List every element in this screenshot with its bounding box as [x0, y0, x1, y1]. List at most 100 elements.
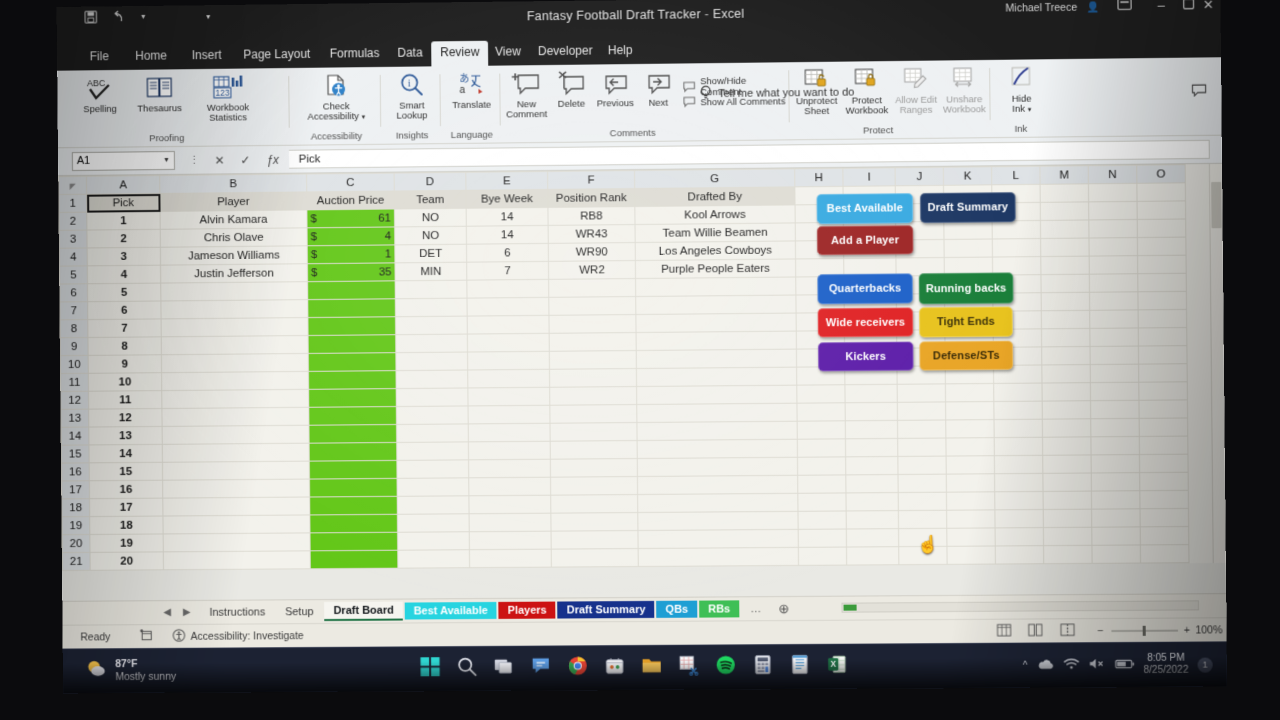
cell-A7[interactable]: 6	[87, 300, 162, 320]
cell-M14[interactable]	[1042, 418, 1091, 438]
cell-O8[interactable]	[1138, 309, 1187, 328]
cell-E3[interactable]: 14	[466, 225, 549, 245]
cell-G5[interactable]: Purple People Eaters	[635, 258, 796, 279]
header-cell-team[interactable]: Team	[394, 190, 467, 209]
sheet-nav-prev-icon[interactable]: ◀	[157, 607, 177, 618]
next-comment-button[interactable]: Next	[638, 70, 678, 109]
cell-C17[interactable]	[309, 478, 398, 497]
notification-badge[interactable]: 1	[1197, 657, 1213, 673]
cell-N9[interactable]	[1089, 327, 1139, 347]
sheet-tab-players[interactable]: Players	[498, 601, 556, 619]
cell-O6[interactable]	[1137, 273, 1187, 292]
row-header-1[interactable]: 1	[58, 194, 87, 213]
macro-button-defense-sts[interactable]: Defense/STs	[919, 340, 1014, 371]
cell-D20[interactable]	[397, 531, 470, 551]
cell-F15[interactable]	[550, 440, 638, 460]
cell-C19[interactable]	[309, 514, 398, 533]
chat-icon[interactable]	[530, 656, 551, 682]
cell-A9[interactable]: 8	[87, 336, 162, 356]
cell-A2[interactable]: 1	[86, 211, 161, 231]
chrome-icon[interactable]	[567, 655, 588, 681]
cell-C20[interactable]	[309, 532, 398, 551]
cell-N17[interactable]	[1091, 472, 1140, 492]
task-view-icon[interactable]	[493, 656, 514, 682]
row-header-4[interactable]: 4	[59, 247, 88, 267]
restore-button[interactable]	[1183, 0, 1194, 12]
cell-M5[interactable]	[1040, 256, 1090, 275]
cell-O17[interactable]	[1139, 472, 1189, 491]
cell-K15[interactable]	[945, 437, 995, 457]
cell-G16[interactable]	[637, 457, 798, 477]
close-button[interactable]: ✕	[1194, 0, 1222, 13]
new-comment-button[interactable]: New Comment	[502, 71, 550, 120]
name-box-dropdown-icon[interactable]: ▼	[163, 157, 170, 164]
cell-H14[interactable]	[797, 420, 846, 440]
cell-B14[interactable]	[162, 425, 310, 445]
row-header-15[interactable]: 15	[61, 444, 90, 464]
hide-ink-button[interactable]: Hide Ink ▾	[992, 65, 1051, 115]
ribbon-display-options-icon[interactable]	[1117, 0, 1131, 13]
row-header-19[interactable]: 19	[61, 516, 90, 535]
cell-O14[interactable]	[1139, 417, 1188, 437]
header-cell-player[interactable]: Player	[159, 191, 307, 212]
cell-M3[interactable]	[1040, 219, 1089, 239]
cell-M19[interactable]	[1043, 509, 1092, 528]
column-header-K[interactable]: K	[943, 166, 992, 186]
cell-A4[interactable]: 3	[87, 247, 161, 266]
macro-button-add-a-player[interactable]: Add a Player	[816, 225, 914, 256]
check-accessibility-dropdown-icon[interactable]: ▾	[362, 114, 366, 121]
tab-help[interactable]: Help	[599, 39, 642, 64]
row-header-8[interactable]: 8	[60, 319, 88, 338]
cell-I12[interactable]	[844, 384, 898, 403]
cell-E7[interactable]	[466, 297, 549, 317]
cell-N16[interactable]	[1091, 454, 1140, 473]
tab-home[interactable]: Home	[126, 44, 176, 69]
user-account[interactable]: Michael Treece 👤	[1005, 0, 1099, 14]
cell-C14[interactable]	[308, 424, 397, 444]
cell-A19[interactable]: 18	[89, 516, 164, 535]
column-header-L[interactable]: L	[991, 166, 1041, 185]
cell-O13[interactable]	[1138, 399, 1188, 419]
cell-N14[interactable]	[1090, 418, 1140, 437]
cell-E21[interactable]	[469, 549, 552, 568]
delete-comment-button[interactable]: Delete	[550, 71, 592, 110]
sheet-tab-setup[interactable]: Setup	[276, 603, 323, 620]
cell-C4[interactable]: $1	[307, 244, 395, 264]
cell-O11[interactable]	[1138, 363, 1188, 383]
cell-O1[interactable]	[1136, 182, 1186, 202]
cell-C12[interactable]	[308, 388, 397, 408]
cell-L20[interactable]	[995, 527, 1044, 546]
chevron-up-icon[interactable]: ^	[1023, 660, 1028, 671]
column-header-B[interactable]: B	[159, 174, 307, 194]
accessibility-status[interactable]: Accessibility: Investigate	[191, 630, 304, 643]
cell-M12[interactable]	[1041, 382, 1091, 402]
zoom-out-button[interactable]: −	[1097, 625, 1103, 637]
cell-F19[interactable]	[550, 512, 638, 532]
cell-E5[interactable]: 7	[466, 261, 549, 281]
column-header-N[interactable]: N	[1088, 165, 1137, 184]
cell-H12[interactable]	[796, 384, 846, 404]
cell-H18[interactable]	[797, 492, 847, 512]
cell-I18[interactable]	[845, 492, 899, 511]
cell-D16[interactable]	[396, 459, 469, 479]
select-all-corner[interactable]: ◤	[58, 176, 87, 195]
cell-L12[interactable]	[993, 383, 1043, 402]
cell-G9[interactable]	[636, 331, 797, 351]
accessibility-icon[interactable]	[173, 628, 186, 644]
column-header-A[interactable]: A	[86, 175, 160, 195]
cell-I16[interactable]	[845, 456, 899, 475]
sheet-tab-qbs[interactable]: QBs	[656, 600, 698, 618]
battery-icon[interactable]	[1114, 658, 1134, 673]
cell-C7[interactable]	[307, 298, 396, 318]
cell-E20[interactable]	[469, 531, 552, 550]
cell-L14[interactable]	[994, 419, 1043, 438]
cell-I21[interactable]	[846, 546, 899, 566]
cell-C6[interactable]	[307, 280, 396, 300]
wifi-icon[interactable]	[1063, 657, 1079, 673]
name-box[interactable]: A1 ▼	[71, 150, 176, 172]
taskbar-clock[interactable]: 8:05 PM 8/25/2022	[1143, 652, 1189, 677]
cell-A16[interactable]: 15	[89, 462, 163, 481]
cell-E16[interactable]	[468, 459, 551, 478]
calculator-icon[interactable]	[752, 654, 773, 680]
cell-O12[interactable]	[1138, 381, 1188, 401]
